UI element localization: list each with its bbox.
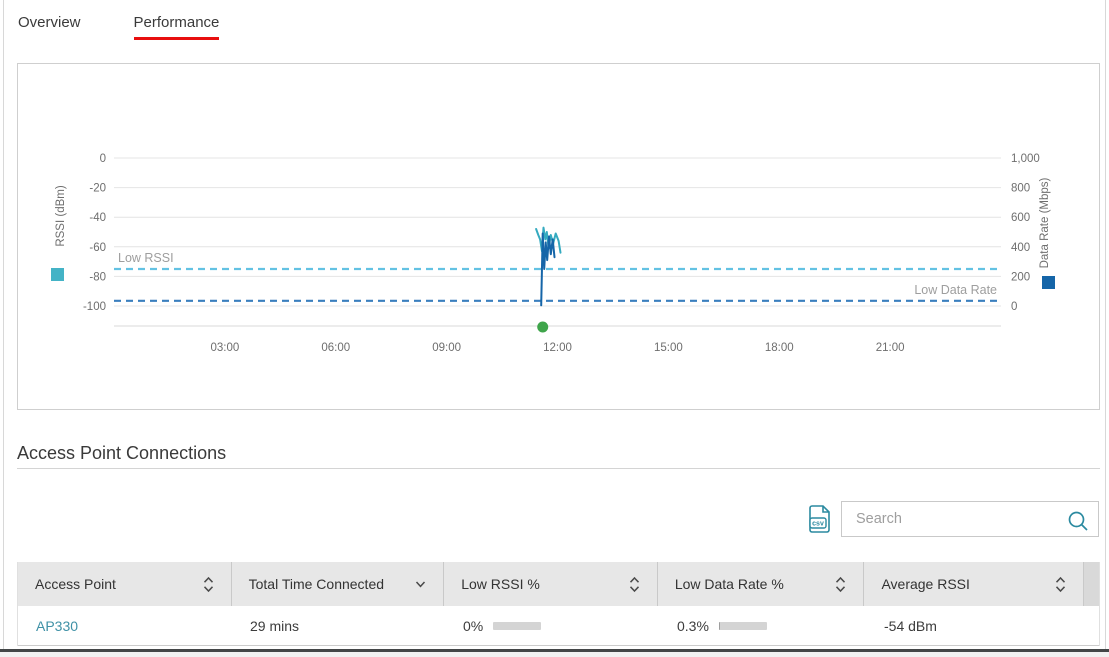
svg-text:200: 200: [1011, 271, 1030, 283]
total-time-cell: 29 mins: [232, 606, 445, 645]
tab-performance-label: Performance: [134, 14, 220, 31]
tab-bar: Overview Performance: [0, 0, 1109, 40]
sort-icon[interactable]: [1054, 575, 1067, 594]
window-left-edge: [3, 0, 4, 650]
svg-text:03:00: 03:00: [210, 342, 239, 354]
sort-icon[interactable]: [628, 575, 641, 594]
tab-active-underline: [134, 37, 220, 40]
col-header-total-time[interactable]: Total Time Connected: [232, 562, 445, 606]
svg-text:15:00: 15:00: [654, 342, 683, 354]
window-right-edge: [1105, 0, 1106, 650]
col-label: Average RSSI: [881, 576, 969, 592]
window-bottom-shadow: [0, 652, 1109, 657]
sort-icon[interactable]: [834, 575, 847, 594]
table-header-row: Access Point Total Time Connected Low RS…: [18, 562, 1099, 606]
sort-desc-icon[interactable]: [414, 580, 427, 589]
svg-text:-80: -80: [89, 271, 106, 283]
table-scrollbar-strip[interactable]: [1084, 562, 1099, 606]
table-row: AP330 29 mins 0% 0.3% -54 dBm: [18, 606, 1099, 646]
svg-text:Low RSSI: Low RSSI: [118, 251, 174, 265]
access-point-link[interactable]: AP330: [36, 618, 78, 634]
svg-text:06:00: 06:00: [321, 342, 350, 354]
performance-chart-svg: 0 -20 -40 -60 -80 -100 1,000 800 600 400 200 0 03:00…: [18, 64, 1099, 409]
tab-overview[interactable]: Overview: [18, 14, 81, 40]
svg-text:Low Data Rate: Low Data Rate: [914, 283, 997, 297]
svg-text:-100: -100: [83, 301, 106, 313]
search-box: [841, 501, 1099, 537]
section-title: Access Point Connections: [17, 443, 226, 464]
col-header-low-data-rate[interactable]: Low Data Rate %: [658, 562, 865, 606]
svg-text:18:00: 18:00: [765, 342, 794, 354]
performance-page: Overview Performance 0 -20 -40 -60 -80 -100 1,…: [0, 0, 1109, 657]
svg-text:0: 0: [1011, 301, 1017, 313]
average-rssi-cell: -54 dBm: [866, 606, 1086, 645]
svg-text:1,000: 1,000: [1011, 153, 1040, 165]
ap-connections-table: Access Point Total Time Connected Low RS…: [17, 562, 1100, 646]
low-rssi-cell: 0%: [445, 606, 659, 645]
col-header-average-rssi[interactable]: Average RSSI: [864, 562, 1084, 606]
csv-file-icon: csv: [807, 504, 833, 534]
svg-text:0: 0: [100, 153, 106, 165]
col-header-low-rssi[interactable]: Low RSSI %: [444, 562, 658, 606]
low-data-rate-cell: 0.3%: [659, 606, 866, 645]
svg-text:800: 800: [1011, 183, 1030, 195]
csv-icon-label: csv: [812, 521, 824, 528]
tab-underline: [18, 37, 81, 40]
col-label: Low RSSI %: [461, 576, 540, 592]
section-divider: [17, 468, 1100, 469]
svg-text:-40: -40: [89, 212, 106, 224]
low-rssi-value: 0%: [463, 618, 483, 634]
svg-text:600: 600: [1011, 212, 1030, 224]
svg-text:09:00: 09:00: [432, 342, 461, 354]
low-data-rate-value: 0.3%: [677, 618, 709, 634]
tab-overview-label: Overview: [18, 14, 81, 31]
search-input[interactable]: [842, 502, 1098, 536]
export-csv-button[interactable]: csv: [807, 504, 833, 534]
low-rssi-bar: [493, 622, 541, 630]
svg-text:-60: -60: [89, 242, 106, 254]
svg-text:-20: -20: [89, 183, 106, 195]
svg-text:Data Rate (Mbps): Data Rate (Mbps): [1039, 177, 1051, 268]
col-label: Low Data Rate %: [675, 576, 784, 592]
svg-text:400: 400: [1011, 242, 1030, 254]
search-icon[interactable]: [1067, 510, 1089, 532]
svg-text:RSSI (dBm): RSSI (dBm): [55, 185, 67, 247]
low-data-rate-bar: [719, 622, 767, 630]
svg-text:21:00: 21:00: [876, 342, 905, 354]
svg-text:12:00: 12:00: [543, 342, 572, 354]
col-label: Access Point: [35, 576, 116, 592]
tab-performance[interactable]: Performance: [134, 14, 220, 40]
col-header-access-point[interactable]: Access Point: [18, 562, 232, 606]
col-label: Total Time Connected: [249, 576, 384, 592]
access-point-cell: AP330: [18, 606, 232, 645]
sort-icon[interactable]: [202, 575, 215, 594]
performance-chart-panel: 0 -20 -40 -60 -80 -100 1,000 800 600 400 200 0 03:00…: [17, 63, 1100, 410]
